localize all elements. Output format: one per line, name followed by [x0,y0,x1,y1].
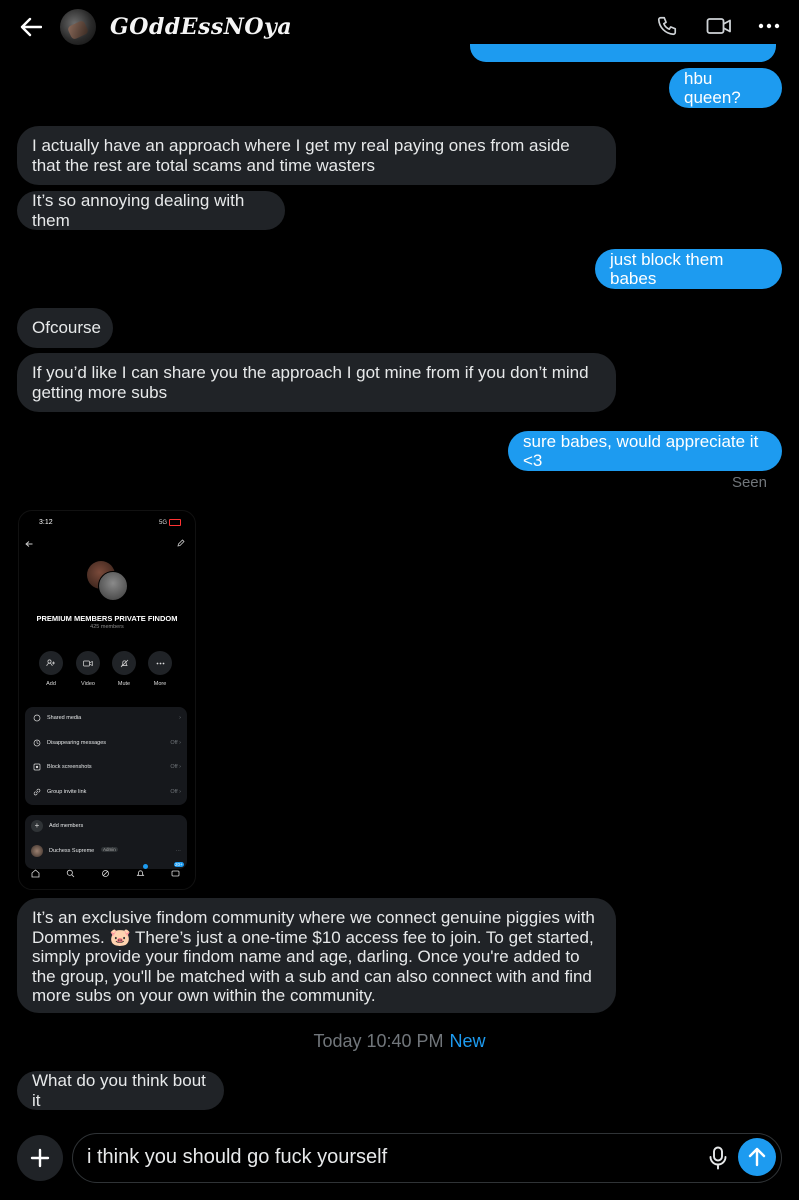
previous-message-fragment [470,44,776,62]
screenshot-action-label: Video [81,681,95,687]
add-attachment-button[interactable] [17,1135,63,1181]
video-call-icon[interactable] [705,13,733,39]
screenshot-add-icon [39,651,63,675]
message-bubble-incoming[interactable]: I actually have an approach where I get … [17,126,616,185]
message-bubble-incoming[interactable]: It’s an exclusive findom community where… [17,898,616,1013]
screenshot-edit-icon [177,539,185,547]
screenshot-settings-row: Shared media › [25,707,187,731]
screenshot-status-bar: 5G [159,519,181,526]
message-bubble-incoming[interactable]: Ofcourse [17,308,113,348]
screenshot-members-card: + Add members Duchess Supreme Admin ··· [25,815,187,869]
phone-icon[interactable] [654,13,680,39]
microphone-icon[interactable] [707,1146,729,1170]
screenshot-notifications-icon [134,864,148,879]
screenshot-add-members-row: + Add members [25,815,187,839]
screenshot-group-avatar-2 [98,571,128,601]
new-messages-label: New [449,1031,486,1051]
avatar[interactable] [60,9,96,45]
timestamp-divider: Today 10:40 PM New [0,1031,799,1052]
timestamp-text: Today 10:40 PM [313,1031,444,1051]
screenshot-settings-row: Disappearing messages Off › [25,732,187,756]
message-bubble-outgoing[interactable]: hbu queen? [669,68,782,108]
message-bubble-outgoing[interactable]: just block them babes [595,249,782,289]
conversation-title[interactable]: GOddEssNOya [110,14,292,40]
message-bubble-incoming[interactable]: If you’d like I can share you the approa… [17,353,616,412]
screenshot-more-icon [148,651,172,675]
screenshot-clock: 3:12 [39,519,53,526]
message-bubble-incoming[interactable]: It’s so annoying dealing with them [17,191,285,230]
message-input-text[interactable]: i think you should go fuck yourself [87,1146,387,1169]
send-arrow-icon [748,1147,766,1167]
send-button[interactable] [738,1138,776,1176]
message-input[interactable]: i think you should go fuck yourself [72,1133,782,1183]
screenshot-action-label: Add [46,681,56,687]
screenshot-member-row: Duchess Supreme Admin ··· [25,840,187,864]
screenshot-action-label: Mute [117,681,131,687]
screenshot-grok-icon [99,867,111,879]
screenshot-messages-icon: 20+ [169,862,184,879]
screenshot-search-icon [64,867,76,879]
more-icon[interactable] [755,13,783,39]
screenshot-settings-card: Shared media › Disappearing messages Off ›… [25,707,187,805]
screenshot-action-label: More [153,681,167,687]
screenshot-video-icon [76,651,100,675]
screenshot-group-name: PREMIUM MEMBERS PRIVATE FINDOM [36,614,178,623]
shared-screenshot-image[interactable]: 3:12 5G PREMIUM MEMBERS PRIVATE FINDOM 4… [18,510,196,890]
message-bubble-incoming[interactable]: What do you think bout it [17,1071,224,1110]
screenshot-settings-row: Block screenshots Off › [25,756,187,780]
screenshot-mute-icon [112,651,136,675]
screenshot-member-count: 425 members [90,624,124,630]
screenshot-back-icon [25,541,33,547]
message-bubble-outgoing[interactable]: sure babes, would appreciate it <3 [508,431,782,471]
screenshot-settings-row: Group invite link Off › [25,781,187,805]
back-arrow-icon[interactable] [18,14,44,40]
screenshot-home-icon [29,867,41,879]
seen-status: Seen [731,474,767,491]
plus-icon [30,1148,50,1168]
